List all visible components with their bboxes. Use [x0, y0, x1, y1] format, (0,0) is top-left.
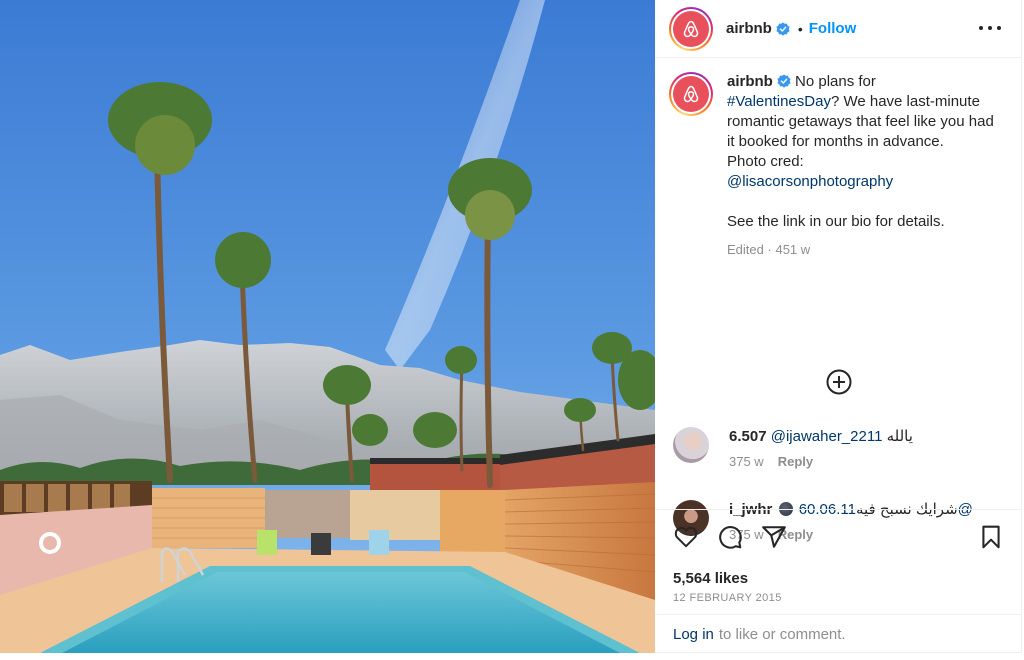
- header-separator: •: [797, 20, 803, 37]
- comment-username[interactable]: 6.507: [729, 428, 767, 445]
- instagram-post: airbnb • Follow airbnb No plans for #Val…: [0, 0, 1024, 660]
- header-username[interactable]: airbnb: [726, 20, 772, 37]
- post-header: airbnb • Follow: [655, 0, 1021, 58]
- profile-avatar[interactable]: [669, 6, 713, 51]
- comment-icon[interactable]: [717, 524, 745, 552]
- commenter-avatar[interactable]: [673, 427, 709, 463]
- meta-separator: ·: [767, 242, 772, 257]
- bookmark-icon[interactable]: [978, 524, 1006, 552]
- login-suffix: to like or comment.: [718, 625, 846, 643]
- load-more-comments-icon[interactable]: [825, 368, 853, 396]
- mention-link[interactable]: @lisacorsonphotography: [727, 173, 893, 190]
- comment-mention[interactable]: @ijawaher_2211: [771, 428, 883, 445]
- post-actions: 5,564 likes 12 FEBRUARY 2015: [655, 509, 1022, 614]
- more-options-icon[interactable]: [979, 18, 1001, 38]
- reply-button[interactable]: Reply: [778, 454, 813, 469]
- hashtag-link[interactable]: #ValentinesDay: [727, 93, 831, 110]
- post-date[interactable]: 12 FEBRUARY 2015: [673, 592, 782, 604]
- login-link[interactable]: Log in: [673, 626, 714, 643]
- follow-button[interactable]: Follow: [809, 20, 857, 37]
- post-photo[interactable]: [0, 0, 655, 653]
- send-icon[interactable]: [761, 524, 789, 552]
- airbnb-logo-icon: [673, 76, 709, 112]
- caption-username[interactable]: airbnb: [727, 73, 773, 90]
- post-caption: airbnb No plans for #ValentinesDay? We h…: [669, 72, 997, 260]
- caption-body-1: No plans for: [790, 73, 876, 90]
- comment-item: 6.507 @ijawaher_2211 يالله 375 w Reply: [673, 427, 913, 469]
- photo-cred-label: Photo cred:: [727, 153, 804, 170]
- verified-badge-icon: [777, 74, 791, 88]
- edited-label: Edited: [727, 242, 764, 257]
- caption-meta: Edited · 451 w: [727, 240, 997, 260]
- caption-avatar[interactable]: [669, 72, 713, 116]
- likes-count[interactable]: 5,564 likes: [673, 570, 748, 587]
- comment-age[interactable]: 375 w: [729, 454, 764, 469]
- login-prompt: Log in to like or comment.: [655, 614, 1022, 653]
- caption-body-3: See the link in our bio for details.: [727, 213, 945, 230]
- post-side-panel: airbnb • Follow airbnb No plans for #Val…: [655, 0, 1022, 653]
- comment-text: يالله: [882, 428, 913, 445]
- comments-section: airbnb No plans for #ValentinesDay? We h…: [655, 58, 1021, 542]
- caption-age[interactable]: 451 w: [775, 242, 810, 257]
- airbnb-logo-icon: [673, 10, 709, 47]
- photo-illustration: [0, 0, 655, 653]
- caption-text: airbnb No plans for #ValentinesDay? We h…: [727, 72, 997, 260]
- verified-badge-icon: [776, 21, 790, 36]
- heart-icon[interactable]: [673, 524, 701, 552]
